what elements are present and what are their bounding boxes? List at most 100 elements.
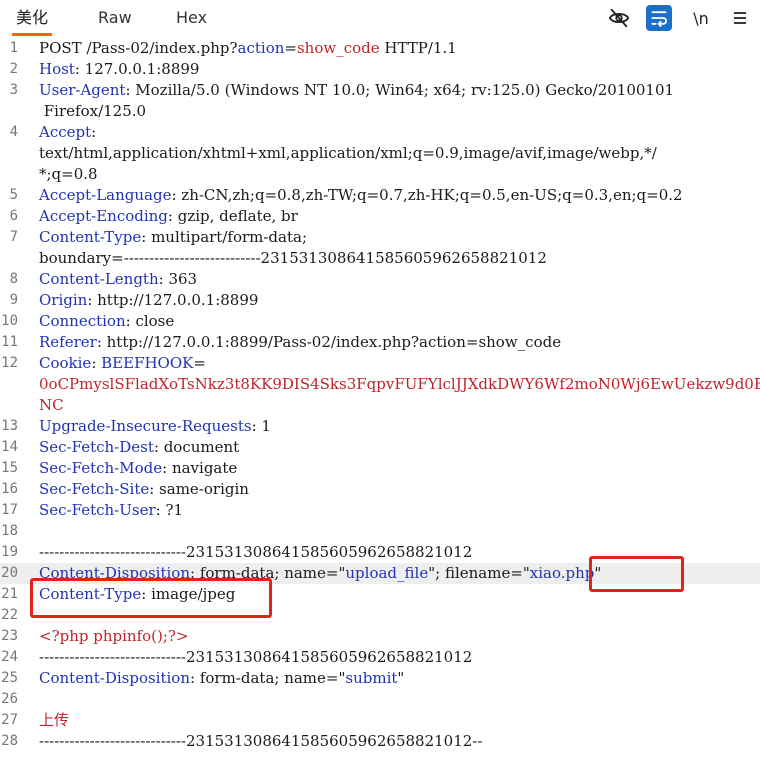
header-key: User-Agent: [39, 81, 126, 99]
code-line[interactable]: NC: [0, 395, 760, 416]
header-key: Cookie: [39, 354, 92, 372]
line-text: Sec-Fetch-Dest: document: [39, 437, 755, 458]
line-text: Accept-Language: zh-CN,zh;q=0.8,zh-TW;q=…: [39, 185, 755, 206]
code-token: text/html,application/xhtml+xml,applicat…: [39, 144, 657, 162]
wrap-lines-icon[interactable]: [646, 5, 672, 31]
line-text: Content-Length: 363: [39, 269, 755, 290]
code-line[interactable]: 7 Content-Type: multipart/form-data;: [0, 227, 760, 248]
code-token: : same-origin: [149, 480, 249, 498]
line-number: 6: [9, 208, 18, 224]
code-token: -----------------------------23153130864…: [39, 543, 473, 561]
code-token: POST /Pass-02/index.php?: [39, 39, 238, 57]
code-line[interactable]: 6 Accept-Encoding: gzip, deflate, br: [0, 206, 760, 227]
code-token: HTTP/1.1: [379, 39, 457, 57]
line-number: 5: [9, 187, 18, 203]
line-number: 28: [1, 733, 18, 749]
line-number: 1: [9, 40, 18, 56]
line-number: 13: [1, 418, 18, 434]
header-key: Accept-Encoding: [39, 207, 168, 225]
code-token: boundary=---------------------------2315…: [39, 249, 547, 267]
code-line[interactable]: 8 Content-Length: 363: [0, 269, 760, 290]
code-token: : 127.0.0.1:8899: [74, 60, 200, 78]
line-number: 14: [1, 439, 18, 455]
request-editor[interactable]: 1 POST /Pass-02/index.php?action=show_cod…: [0, 37, 760, 762]
line-number: 4: [9, 124, 18, 140]
code-line[interactable]: 0oCPmyslSFladXoTsNkz3t8KK9DIS4Sks3FqpvFU…: [0, 374, 760, 395]
code-line[interactable]: 3 User-Agent: Mozilla/5.0 (Windows NT 10.…: [0, 80, 760, 101]
hamburger-menu-icon[interactable]: [727, 5, 753, 31]
code-token: : form-data; name=": [190, 669, 346, 687]
code-token: : http://127.0.0.1:8899: [87, 291, 259, 309]
tab-bar: 美化 Raw Hex \n: [0, 0, 760, 36]
tab-pretty[interactable]: 美化: [11, 0, 53, 36]
code-line[interactable]: 1 POST /Pass-02/index.php?action=show_cod…: [0, 38, 760, 59]
code-line[interactable]: 23 <?php phpinfo();?>: [0, 626, 760, 647]
header-key: Accept-Language: [39, 186, 172, 204]
line-number: 7: [9, 229, 18, 245]
line-text: Origin: http://127.0.0.1:8899: [39, 290, 755, 311]
code-line[interactable]: 14 Sec-Fetch-Dest: document: [0, 437, 760, 458]
line-text: NC: [39, 395, 755, 416]
line-number: 10: [1, 313, 18, 329]
tab-raw[interactable]: Raw: [98, 0, 132, 36]
code-line[interactable]: 5 Accept-Language: zh-CN,zh;q=0.8,zh-TW;q…: [0, 185, 760, 206]
code-line[interactable]: 12 Cookie: BEEFHOOK=: [0, 353, 760, 374]
tab-hex[interactable]: Hex: [176, 0, 207, 36]
code-line[interactable]: 17 Sec-Fetch-User: ?1: [0, 500, 760, 521]
code-line[interactable]: 13 Upgrade-Insecure-Requests: 1: [0, 416, 760, 437]
header-key: Content-Disposition: [39, 669, 190, 687]
code-line[interactable]: 24 -----------------------------231531308…: [0, 647, 760, 668]
line-number: 3: [9, 82, 18, 98]
code-line[interactable]: 10 Connection: close: [0, 311, 760, 332]
code-line[interactable]: 25 Content-Disposition: form-data; name="…: [0, 668, 760, 689]
line-text: Sec-Fetch-Mode: navigate: [39, 458, 755, 479]
code-line[interactable]: 28 -----------------------------231531308…: [0, 731, 760, 752]
line-number: 16: [1, 481, 18, 497]
line-number: 8: [9, 271, 18, 287]
header-key: Sec-Fetch-Site: [39, 480, 150, 498]
line-text: User-Agent: Mozilla/5.0 (Windows NT 10.0…: [39, 80, 755, 101]
code-line[interactable]: 27 上传: [0, 710, 760, 731]
code-line[interactable]: boundary=---------------------------2315…: [0, 248, 760, 269]
code-line[interactable]: text/html,application/xhtml+xml,applicat…: [0, 143, 760, 164]
line-number: 15: [1, 460, 18, 476]
code-line[interactable]: 15 Sec-Fetch-Mode: navigate: [0, 458, 760, 479]
code-line[interactable]: 4 Accept:: [0, 122, 760, 143]
header-key: Content-Length: [39, 270, 159, 288]
header-key: Origin: [39, 291, 88, 309]
header-key: Sec-Fetch-User: [39, 501, 156, 519]
code-token: : close: [125, 312, 175, 330]
code-token: NC: [39, 396, 64, 414]
newline-icon[interactable]: \n: [688, 5, 714, 31]
code-token: submit: [345, 669, 398, 687]
code-line[interactable]: 11 Referer: http://127.0.0.1:8899/Pass-02…: [0, 332, 760, 353]
code-token: ": [397, 669, 405, 687]
header-key: Referer: [39, 333, 97, 351]
eye-slash-icon[interactable]: [606, 5, 632, 31]
line-number: 22: [1, 607, 18, 623]
code-line[interactable]: 2 Host: 127.0.0.1:8899: [0, 59, 760, 80]
line-number: 12: [1, 355, 18, 371]
filename-highlight-box: [589, 556, 684, 592]
code-token: : http://127.0.0.1:8899/Pass-02/index.ph…: [96, 333, 562, 351]
line-text: -----------------------------23153130864…: [39, 731, 755, 752]
code-token: : multipart/form-data;: [141, 228, 308, 246]
code-token: 上传: [39, 711, 70, 729]
code-line[interactable]: 9 Origin: http://127.0.0.1:8899: [0, 290, 760, 311]
header-key: action: [237, 39, 285, 57]
code-token: : zh-CN,zh;q=0.8,zh-TW;q=0.7,zh-HK;q=0.5…: [171, 186, 683, 204]
code-token: : document: [153, 438, 240, 456]
line-number: 21: [1, 586, 18, 602]
code-line[interactable]: 18: [0, 521, 760, 542]
header-key: Connection: [39, 312, 126, 330]
code-token: =: [284, 39, 297, 57]
code-line[interactable]: *;q=0.8: [0, 164, 760, 185]
code-line[interactable]: 16 Sec-Fetch-Site: same-origin: [0, 479, 760, 500]
line-text: <?php phpinfo();?>: [39, 626, 755, 647]
line-number: 27: [1, 712, 18, 728]
code-line[interactable]: Firefox/125.0: [0, 101, 760, 122]
code-token: : ?1: [155, 501, 184, 519]
line-number: 26: [1, 691, 18, 707]
code-line[interactable]: 26: [0, 689, 760, 710]
line-number: 24: [1, 649, 18, 665]
